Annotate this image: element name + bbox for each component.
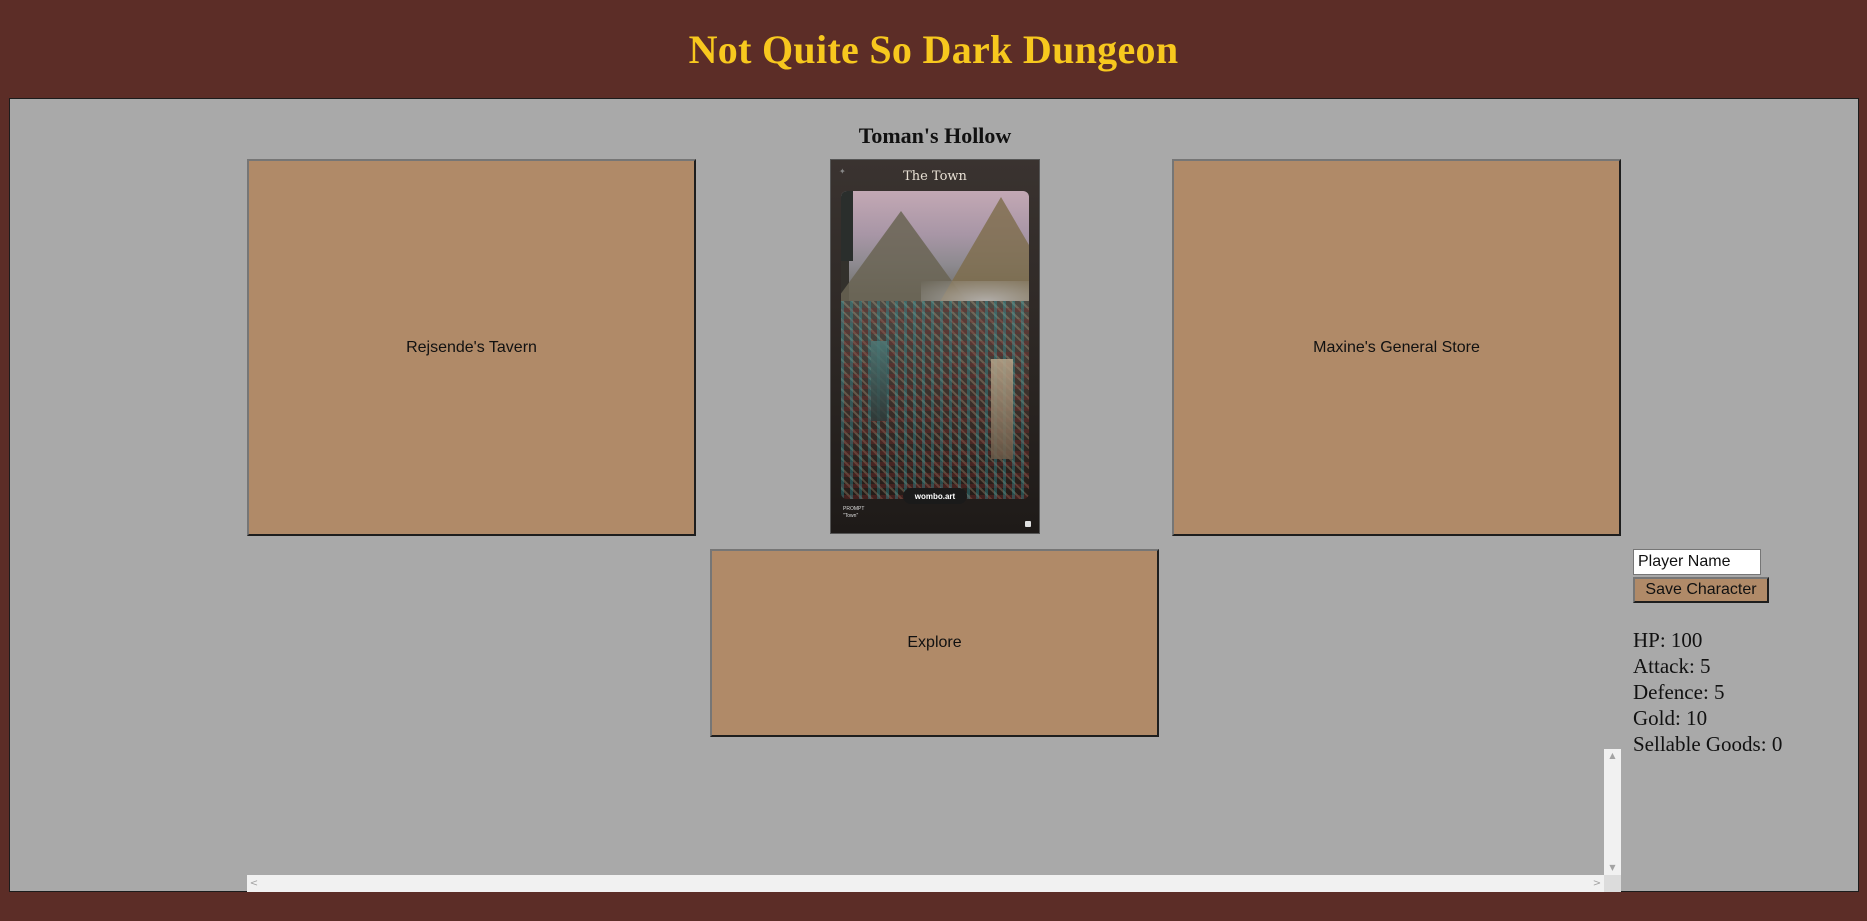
town-card-image: ✦ The Town wombo.art PROMPT "Town" bbox=[830, 159, 1040, 534]
tavern-button[interactable]: Rejsende's Tavern bbox=[247, 159, 696, 536]
stat-attack: Attack: 5 bbox=[1633, 654, 1711, 678]
general-store-button[interactable]: Maxine's General Store bbox=[1172, 159, 1621, 536]
game-title: Not Quite So Dark Dungeon bbox=[688, 26, 1179, 72]
town-tower bbox=[871, 341, 887, 421]
scroll-down-icon[interactable]: ▼ bbox=[1604, 861, 1621, 875]
stat-gold: Gold: 10 bbox=[1633, 706, 1708, 730]
player-name-input[interactable] bbox=[1633, 549, 1761, 575]
scroll-right-icon[interactable]: > bbox=[1590, 875, 1604, 892]
save-character-button[interactable]: Save Character bbox=[1633, 577, 1769, 603]
prompt-value: "Town" bbox=[843, 513, 859, 519]
horizontal-scrollbar[interactable]: < > bbox=[247, 875, 1604, 892]
town-tower bbox=[991, 359, 1013, 459]
scrollbar-corner bbox=[1604, 875, 1621, 892]
scroll-left-icon[interactable]: < bbox=[247, 875, 261, 892]
explore-button[interactable]: Explore bbox=[710, 549, 1159, 737]
town-card-title: The Town bbox=[903, 169, 967, 184]
vertical-scrollbar[interactable]: ▲ ▼ bbox=[1604, 749, 1621, 875]
stat-hp: HP: 100 bbox=[1633, 628, 1703, 652]
header: Not Quite So Dark Dungeon bbox=[0, 0, 1867, 98]
wombo-badge: wombo.art bbox=[903, 488, 967, 504]
scroll-up-icon[interactable]: ▲ bbox=[1604, 749, 1621, 763]
character-stats: HP: 100 Attack: 5 Defence: 5 Gold: 10 Se… bbox=[1633, 627, 1782, 757]
prompt-label: PROMPT bbox=[843, 506, 865, 512]
tavern-button-label: Rejsende's Tavern bbox=[406, 338, 537, 356]
stat-defence: Defence: 5 bbox=[1633, 680, 1725, 704]
explore-button-label: Explore bbox=[907, 634, 962, 651]
general-store-button-label: Maxine's General Store bbox=[1313, 338, 1480, 356]
main-panel: Toman's Hollow Rejsende's Tavern ✦ The T… bbox=[9, 98, 1859, 892]
town-artwork bbox=[841, 191, 1029, 499]
log-area[interactable]: ▲ ▼ < > bbox=[247, 749, 1621, 892]
wombo-logo-icon bbox=[1025, 521, 1031, 527]
location-title: Toman's Hollow bbox=[858, 123, 1012, 148]
stat-sellable-goods: Sellable Goods: 0 bbox=[1633, 732, 1783, 756]
